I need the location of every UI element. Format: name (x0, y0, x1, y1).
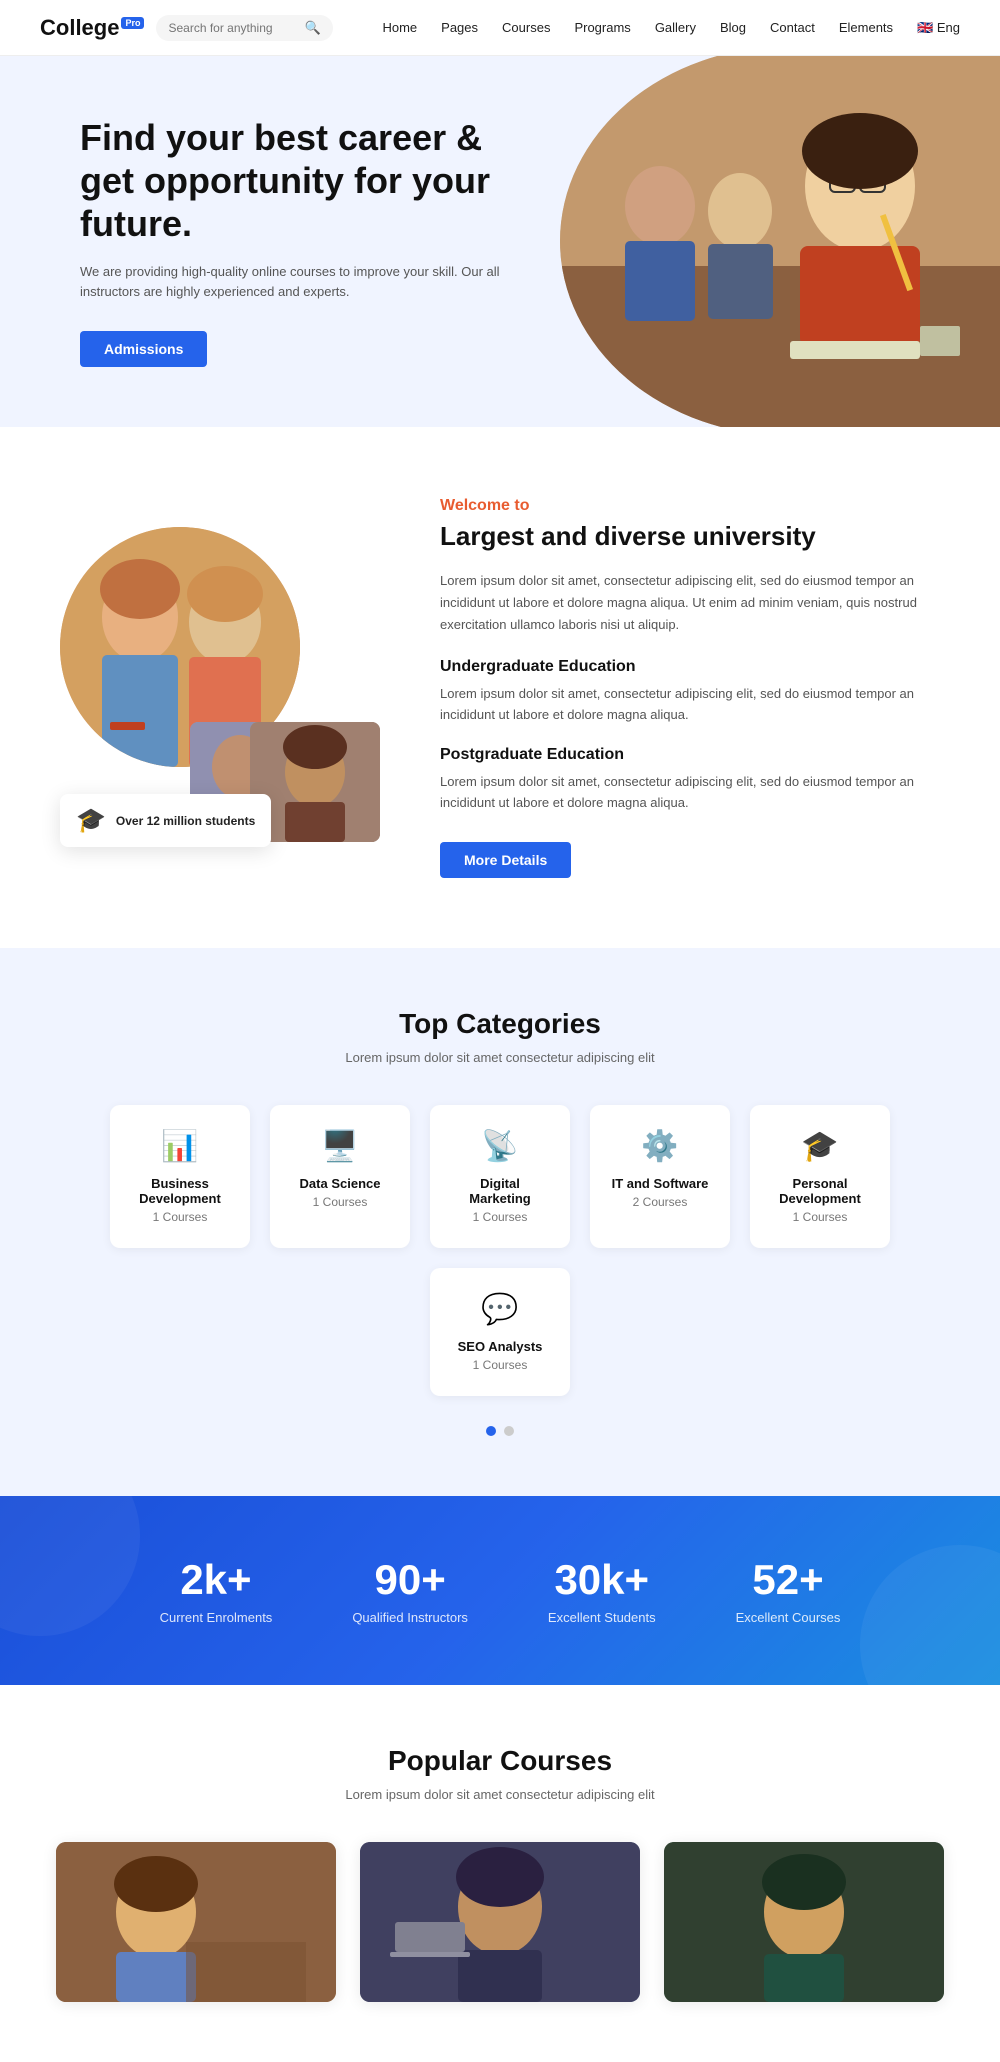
course-card-1[interactable] (56, 1842, 336, 2002)
categories-section: Top Categories Lorem ipsum dolor sit ame… (0, 948, 1000, 1496)
about-description: Lorem ipsum dolor sit amet, consectetur … (440, 570, 940, 636)
category-name-data: Data Science (288, 1176, 392, 1191)
nav-courses[interactable]: Courses (502, 20, 550, 35)
hero-title: Find your best career & get opportunity … (80, 116, 500, 246)
stat-card-text: Over 12 million students (116, 814, 255, 828)
stat-value-3: 52+ (736, 1556, 841, 1604)
category-card-data[interactable]: 🖥️ Data Science 1 Courses (270, 1105, 410, 1248)
stats-banner: 2k+ Current Enrolments 90+ Qualified Ins… (0, 1496, 1000, 1685)
category-card-business[interactable]: 📊 Business Development 1 Courses (110, 1105, 250, 1248)
category-icon-data: 🖥️ (288, 1129, 392, 1164)
category-icon-personal: 🎓 (768, 1129, 872, 1164)
dot-2[interactable] (504, 1426, 514, 1436)
stat-item-0: 2k+ Current Enrolments (160, 1556, 273, 1625)
popular-subtitle: Lorem ipsum dolor sit amet consectetur a… (40, 1787, 960, 1802)
hero-section: Find your best career & get opportunity … (0, 56, 1000, 427)
nav-blog[interactable]: Blog (720, 20, 746, 35)
logo: CollegePro (40, 15, 144, 41)
categories-grid: 📊 Business Development 1 Courses 🖥️ Data… (40, 1105, 960, 1396)
language-selector[interactable]: 🇬🇧 Eng (917, 20, 960, 36)
categories-subtitle: Lorem ipsum dolor sit amet consectetur a… (40, 1050, 960, 1065)
course-card-2[interactable] (360, 1842, 640, 2002)
nav-pages[interactable]: Pages (441, 20, 478, 35)
popular-section: Popular Courses Lorem ipsum dolor sit am… (0, 1685, 1000, 2062)
undergrad-heading: Undergraduate Education (440, 658, 940, 676)
stat-card: 🎓 Over 12 million students (60, 794, 271, 847)
logo-text: College (40, 15, 119, 40)
welcome-label: Welcome to (440, 497, 940, 515)
undergrad-text: Lorem ipsum dolor sit amet, consectetur … (440, 684, 940, 726)
category-name-digital: Digital Marketing (448, 1176, 552, 1206)
stat-label-0: Current Enrolments (160, 1610, 273, 1625)
category-count-digital: 1 Courses (448, 1210, 552, 1224)
category-card-personal[interactable]: 🎓 Personal Development 1 Courses (750, 1105, 890, 1248)
about-content: Welcome to Largest and diverse universit… (440, 497, 940, 877)
category-count-seo: 1 Courses (448, 1358, 552, 1372)
search-icon: 🔍 (304, 20, 320, 36)
nav-gallery[interactable]: Gallery (655, 20, 696, 35)
category-card-digital[interactable]: 📡 Digital Marketing 1 Courses (430, 1105, 570, 1248)
graduation-icon: 🎓 (76, 806, 106, 835)
admissions-button[interactable]: Admissions (80, 331, 207, 367)
hero-text: Find your best career & get opportunity … (80, 116, 500, 367)
about-images: 🎓 Over 12 million students (60, 527, 380, 847)
hero-image-svg (560, 56, 1000, 427)
stat-item-3: 52+ Excellent Courses (736, 1556, 841, 1625)
popular-title: Popular Courses (40, 1745, 960, 1777)
stat-item-1: 90+ Qualified Instructors (352, 1556, 468, 1625)
category-name-personal: Personal Development (768, 1176, 872, 1206)
nav-home[interactable]: Home (382, 20, 417, 35)
category-name-seo: SEO Analysts (448, 1339, 552, 1354)
category-icon-business: 📊 (128, 1129, 232, 1164)
category-icon-digital: 📡 (448, 1129, 552, 1164)
category-icon-it: ⚙️ (608, 1129, 712, 1164)
stat-label-3: Excellent Courses (736, 1610, 841, 1625)
categories-title: Top Categories (40, 1008, 960, 1040)
postgrad-text: Lorem ipsum dolor sit amet, consectetur … (440, 772, 940, 814)
stat-label-1: Qualified Instructors (352, 1610, 468, 1625)
search-input[interactable] (168, 21, 298, 35)
more-details-button[interactable]: More Details (440, 842, 571, 878)
category-count-data: 1 Courses (288, 1195, 392, 1209)
dot-indicators (40, 1426, 960, 1436)
category-card-seo[interactable]: 💬 SEO Analysts 1 Courses (430, 1268, 570, 1396)
category-name-business: Business Development (128, 1176, 232, 1206)
category-count-business: 1 Courses (128, 1210, 232, 1224)
course-thumb-3 (664, 1842, 944, 2002)
stat-value-0: 2k+ (160, 1556, 273, 1604)
nav-programs[interactable]: Programs (574, 20, 630, 35)
dot-1[interactable] (486, 1426, 496, 1436)
category-count-it: 2 Courses (608, 1195, 712, 1209)
course-card-3[interactable] (664, 1842, 944, 2002)
search-bar[interactable]: 🔍 (156, 15, 332, 41)
category-icon-seo: 💬 (448, 1292, 552, 1327)
logo-badge: Pro (121, 17, 144, 29)
courses-row (40, 1842, 960, 2002)
nav-elements[interactable]: Elements (839, 20, 893, 35)
hero-subtitle: We are providing high-quality online cou… (80, 262, 500, 304)
stat-item-2: 30k+ Excellent Students (548, 1556, 656, 1625)
hero-image (560, 56, 1000, 427)
category-card-it[interactable]: ⚙️ IT and Software 2 Courses (590, 1105, 730, 1248)
stat-label-2: Excellent Students (548, 1610, 656, 1625)
navbar: CollegePro 🔍 Home Pages Courses Programs… (0, 0, 1000, 56)
stat-value-2: 30k+ (548, 1556, 656, 1604)
course-thumb-2 (360, 1842, 640, 2002)
about-section: 🎓 Over 12 million students Welcome to La… (0, 427, 1000, 947)
course-thumb-1 (56, 1842, 336, 2002)
category-name-it: IT and Software (608, 1176, 712, 1191)
category-count-personal: 1 Courses (768, 1210, 872, 1224)
nav-contact[interactable]: Contact (770, 20, 815, 35)
about-title: Largest and diverse university (440, 521, 940, 552)
stat-value-1: 90+ (352, 1556, 468, 1604)
nav-links: Home Pages Courses Programs Gallery Blog… (382, 20, 960, 36)
postgrad-heading: Postgraduate Education (440, 746, 940, 764)
